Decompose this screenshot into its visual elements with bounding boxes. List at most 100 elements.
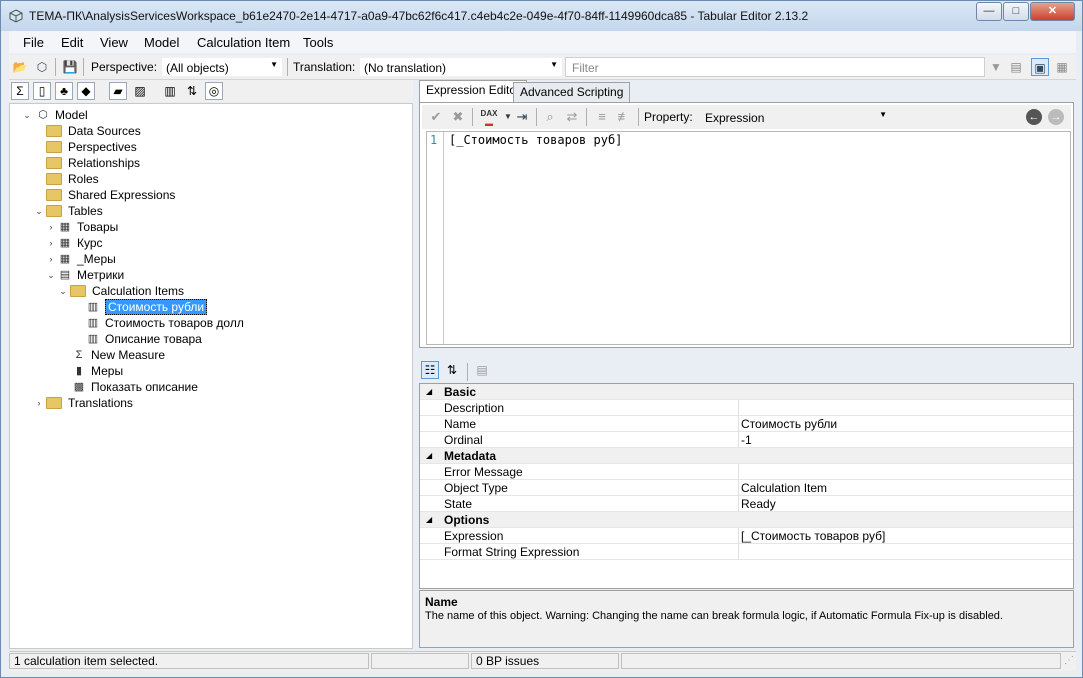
tree-node-ci-stoimost-doll[interactable]: ▥ Стоимость товаров долл bbox=[86, 315, 244, 331]
tree-node-tables[interactable]: ⌄ Tables bbox=[34, 203, 102, 219]
sort-icon[interactable]: ⇅ bbox=[183, 82, 201, 100]
show-list-icon[interactable]: ▤ bbox=[1007, 58, 1025, 76]
line-number-gutter: 1 bbox=[427, 132, 444, 344]
tree-node-perspectives[interactable]: Perspectives bbox=[46, 139, 137, 155]
forward-icon[interactable]: → bbox=[1048, 109, 1064, 125]
alphabetical-icon[interactable]: ⇅ bbox=[443, 361, 461, 379]
tree-node-roles[interactable]: Roles bbox=[46, 171, 99, 187]
filter-input[interactable]: Filter bbox=[565, 57, 985, 77]
partition-icon[interactable]: ◆ bbox=[77, 82, 95, 100]
collapse-icon[interactable]: ⌄ bbox=[58, 283, 68, 299]
tab-expression-editor[interactable]: Expression Editor bbox=[419, 80, 528, 102]
tree-node-calculation-items[interactable]: ⌄ Calculation Items bbox=[58, 283, 184, 299]
filter-icon[interactable]: ▼ bbox=[987, 58, 1005, 76]
property-value[interactable]: [_Стоимость товаров руб] bbox=[741, 528, 885, 544]
hidden-objects-icon[interactable]: ▰ bbox=[109, 82, 127, 100]
close-button[interactable]: ✕ bbox=[1030, 2, 1075, 21]
folder-icon bbox=[46, 172, 62, 185]
property-row-ordinal[interactable]: Ordinal -1 bbox=[420, 432, 1073, 448]
dax-format-icon[interactable]: DAX ▬ bbox=[478, 109, 500, 128]
expression-code-editor[interactable]: 1 [_Стоимость товаров руб] bbox=[426, 131, 1071, 345]
tree-node-relationships[interactable]: Relationships bbox=[46, 155, 140, 171]
find-icon[interactable]: ⌕ bbox=[542, 109, 558, 125]
column-icon[interactable]: ▯ bbox=[33, 82, 51, 100]
property-value[interactable]: -1 bbox=[741, 432, 752, 448]
tree-node-ci-stoimost-rubli[interactable]: ▥ Стоимость рубли bbox=[86, 299, 208, 315]
back-icon[interactable]: ← bbox=[1026, 109, 1042, 125]
tab-advanced-scripting[interactable]: Advanced Scripting bbox=[513, 82, 631, 102]
category-options[interactable]: ◢ Options bbox=[420, 512, 1073, 528]
property-row-error-message[interactable]: Error Message bbox=[420, 464, 1073, 480]
collapse-icon[interactable]: ◢ bbox=[426, 384, 432, 400]
expand-icon[interactable]: › bbox=[46, 235, 56, 251]
tree-node-table-metriki[interactable]: ⌄ ▤ Метрики bbox=[46, 267, 124, 283]
hierarchy-icon[interactable]: ♣ bbox=[55, 82, 73, 100]
uncomment-icon[interactable]: ≢ bbox=[616, 109, 632, 125]
collapse-icon[interactable]: ⌄ bbox=[46, 267, 56, 283]
comment-icon[interactable]: ≡ bbox=[594, 109, 610, 125]
property-row-name[interactable]: Name Стоимость рубли bbox=[420, 416, 1073, 432]
open-icon[interactable]: 📂 bbox=[11, 58, 29, 76]
collapse-icon[interactable]: ⌄ bbox=[34, 203, 44, 219]
menu-calculation-item[interactable]: Calculation Item bbox=[197, 35, 290, 50]
menu-edit[interactable]: Edit bbox=[61, 35, 83, 50]
accept-icon[interactable]: ✔ bbox=[428, 109, 444, 125]
sigma-icon[interactable]: Σ bbox=[11, 82, 29, 100]
category-metadata[interactable]: ◢ Metadata bbox=[420, 448, 1073, 464]
expand-icon[interactable]: › bbox=[46, 251, 56, 267]
columns-icon[interactable]: ▥ bbox=[161, 82, 179, 100]
metadata-info-icon[interactable]: ◎ bbox=[205, 82, 223, 100]
deploy-icon[interactable]: ⬡ bbox=[33, 58, 51, 76]
tree-node-new-measure[interactable]: Σ New Measure bbox=[72, 347, 165, 363]
expand-icon[interactable]: › bbox=[46, 219, 56, 235]
tree-node-table-kurs[interactable]: › ▦ Курс bbox=[46, 235, 103, 251]
tree-node-model[interactable]: ⌄ ⬡ Model bbox=[22, 107, 87, 123]
menu-tools[interactable]: Tools bbox=[303, 35, 333, 50]
menu-file[interactable]: File bbox=[23, 35, 44, 50]
cancel-icon[interactable]: ✖ bbox=[450, 109, 466, 125]
property-row-object-type[interactable]: Object Type Calculation Item bbox=[420, 480, 1073, 496]
tree-node-pokazat-opisanie[interactable]: ▩ Показать описание bbox=[72, 379, 198, 395]
replace-icon[interactable]: ⇄ bbox=[564, 109, 580, 125]
categorized-icon[interactable]: ☷ bbox=[421, 361, 439, 379]
resize-grip-icon[interactable]: ⋰ bbox=[1064, 655, 1074, 666]
tree-node-data-sources[interactable]: Data Sources bbox=[46, 123, 141, 139]
property-row-description[interactable]: Description bbox=[420, 400, 1073, 416]
collapse-icon[interactable]: ◢ bbox=[426, 448, 432, 464]
status-bp-issues[interactable]: 0 BP issues bbox=[471, 653, 619, 669]
minimize-button[interactable]: — bbox=[976, 2, 1002, 21]
toolbar-separator bbox=[467, 363, 468, 381]
collapse-icon[interactable]: ◢ bbox=[426, 512, 432, 528]
menu-model[interactable]: Model bbox=[144, 35, 179, 50]
collapse-icon[interactable]: ⌄ bbox=[22, 107, 32, 123]
perspective-dropdown[interactable]: (All objects) ▼ bbox=[161, 57, 283, 77]
translation-dropdown[interactable]: (No translation) ▼ bbox=[359, 57, 563, 77]
app-window: TEMA-ПК\AnalysisServicesWorkspace_b61e24… bbox=[0, 0, 1083, 678]
show-tree-icon[interactable]: ▣ bbox=[1031, 58, 1049, 76]
property-dropdown[interactable]: Expression ▼ bbox=[700, 107, 892, 127]
folder-icon bbox=[46, 140, 62, 153]
tree-node-translations[interactable]: › Translations bbox=[34, 395, 133, 411]
display-folders-icon[interactable]: ▨ bbox=[131, 82, 149, 100]
tree-node-table-mery[interactable]: › ▦ _Меры bbox=[46, 251, 116, 267]
tree-node-table-tovary[interactable]: › ▦ Товары bbox=[46, 219, 119, 235]
tree-node-ci-opisanie[interactable]: ▥ Описание товара bbox=[86, 331, 202, 347]
tree-node-shared-expressions[interactable]: Shared Expressions bbox=[46, 187, 175, 203]
category-basic[interactable]: ◢ Basic bbox=[420, 384, 1073, 400]
property-pages-icon[interactable]: ▤ bbox=[473, 361, 491, 379]
property-description-panel: Name The name of this object. Warning: C… bbox=[419, 590, 1074, 648]
show-grid-icon[interactable]: ▦ bbox=[1053, 58, 1071, 76]
expression-editor-panel: ✔ ✖ DAX ▬ ▼ ⇥ ⌕ ⇄ ≡ ≢ Property: Expressio… bbox=[419, 102, 1074, 348]
maximize-button[interactable]: □ bbox=[1003, 2, 1029, 21]
property-row-format-string[interactable]: Format String Expression bbox=[420, 544, 1073, 560]
property-value[interactable]: Стоимость рубли bbox=[741, 416, 837, 432]
menu-view[interactable]: View bbox=[100, 35, 128, 50]
expand-icon[interactable]: › bbox=[34, 395, 44, 411]
save-icon[interactable]: 💾 bbox=[61, 58, 79, 76]
dependencies-icon[interactable]: ⇥ bbox=[514, 109, 530, 125]
calc-item-icon: ▥ bbox=[87, 301, 99, 314]
tree-node-mery-column[interactable]: ▮ Меры bbox=[72, 363, 123, 379]
property-row-state[interactable]: State Ready bbox=[420, 496, 1073, 512]
property-row-expression[interactable]: Expression [_Стоимость товаров руб] bbox=[420, 528, 1073, 544]
folder-icon bbox=[46, 124, 62, 137]
